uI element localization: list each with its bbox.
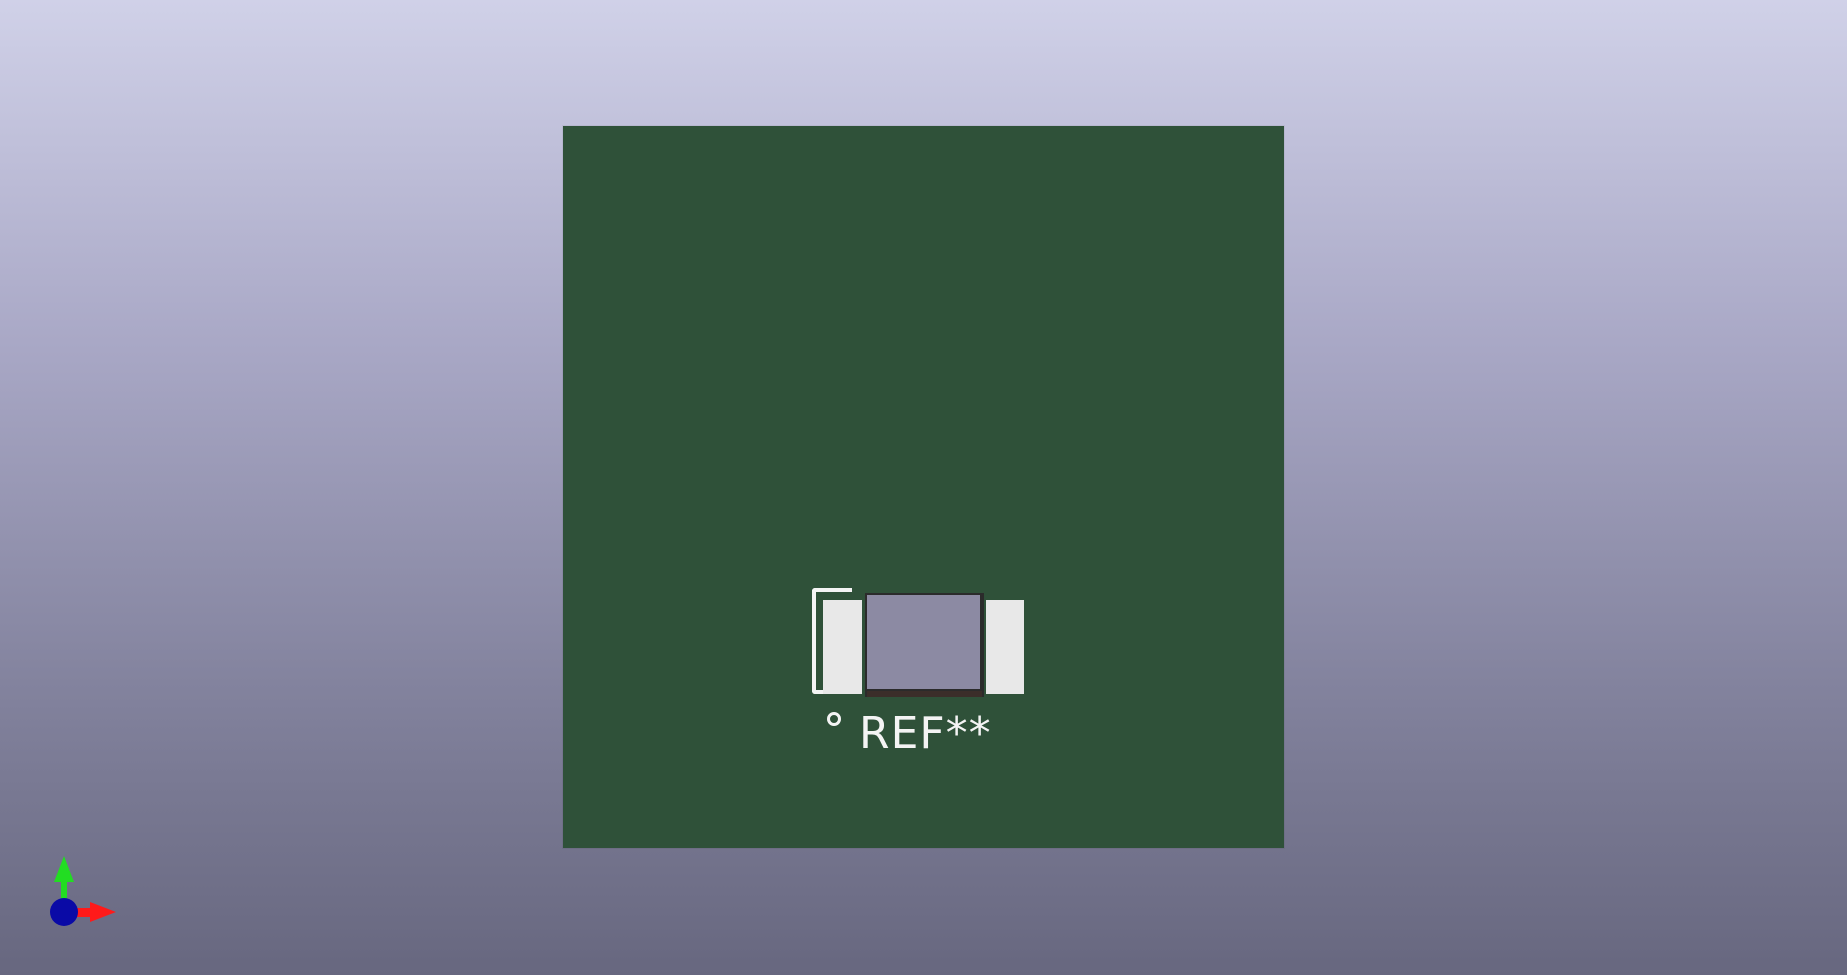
pin1-marker: [827, 712, 841, 726]
y-axis-arrowhead: [54, 856, 74, 882]
pad-1: [823, 600, 862, 694]
axis-gizmo: [50, 856, 116, 926]
z-axis-icon: [50, 898, 78, 926]
component-body-edge: [867, 691, 982, 697]
pad-2: [986, 600, 1024, 694]
3d-viewport[interactable]: REF**: [0, 0, 1847, 975]
reference-designator: REF**: [859, 708, 992, 759]
x-axis-arrowhead: [90, 902, 116, 922]
component-body-top: [867, 595, 980, 689]
component-body: [865, 593, 984, 697]
pcb-board: REF**: [563, 126, 1284, 848]
